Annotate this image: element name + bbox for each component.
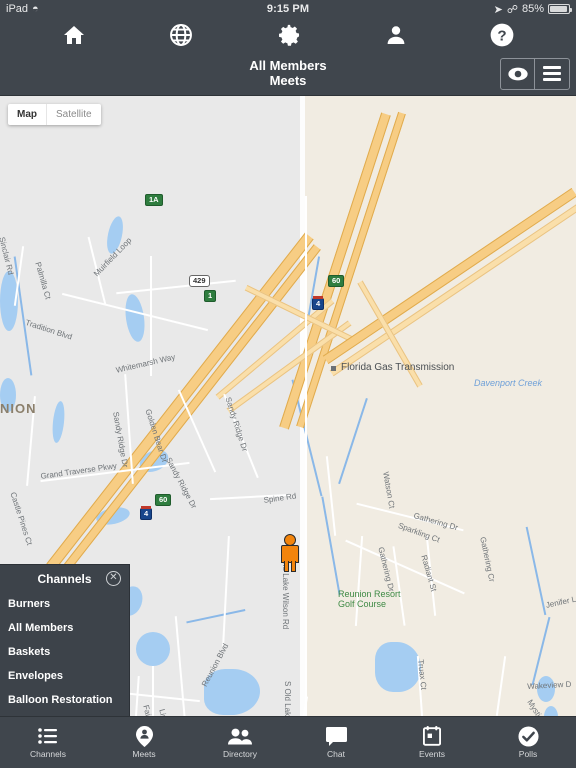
highway-shield-1a: 1A (145, 194, 163, 206)
channel-item-envelopes[interactable]: Envelopes (0, 664, 129, 688)
header-title-bar: All Members Meets (0, 52, 576, 96)
bottom-tab-bar: Channels Meets Directory Chat Events Pol… (0, 716, 576, 768)
bluetooth-icon: ☍ (506, 3, 518, 16)
pegman-leg-left (284, 561, 289, 572)
tab-polls-label: Polls (518, 749, 538, 759)
tab-events[interactable]: Events (384, 717, 480, 768)
home-icon[interactable] (61, 23, 87, 47)
map-type-map-button[interactable]: Map (8, 104, 46, 125)
highway-shield-i4-north: 4 (312, 296, 325, 310)
page-title-primary: All Members (249, 57, 327, 73)
calendar-icon (423, 726, 441, 746)
tab-channels-label: Channels (30, 749, 66, 759)
channel-item-balloon-restoration[interactable]: Balloon Restoration (0, 688, 129, 712)
globe-icon[interactable] (168, 22, 194, 48)
place-label-davenport-creek: Davenport Creek (474, 378, 543, 388)
tab-chat[interactable]: Chat (288, 717, 384, 768)
highway-shield-60-south: 60 (155, 494, 172, 506)
tab-meets[interactable]: Meets (96, 717, 192, 768)
highway-shield-i4-south: 4 (140, 506, 153, 520)
poi-marker (331, 366, 336, 371)
pegman-marker[interactable] (280, 534, 300, 574)
pegman-leg-right (291, 561, 296, 572)
battery-percent-label: 85% (521, 3, 544, 15)
map-type-satellite-button[interactable]: Satellite (46, 104, 101, 125)
place-label-region: NION (0, 401, 37, 416)
location-arrow-icon: ➤ (493, 3, 503, 16)
page-title: All Members Meets (249, 57, 327, 88)
map-region-east (303, 96, 576, 716)
page-title-secondary: Meets (269, 72, 307, 88)
header-actions (500, 57, 570, 90)
status-bar-clock: 9:15 PM (266, 3, 310, 15)
highway-shield-60-north: 60 (328, 275, 345, 287)
street-label: S Old Lake Wilson Rd (283, 681, 292, 716)
channel-item-burners[interactable]: Burners (0, 592, 129, 616)
channel-item-all-members[interactable]: All Members (0, 616, 129, 640)
map-type-control: Map Satellite (8, 104, 101, 125)
place-label-reunion-golf: Reunion Resort Golf Course (338, 589, 401, 610)
highway-shield-429: 429 (189, 275, 210, 287)
help-icon[interactable]: ? (489, 22, 515, 48)
tab-meets-label: Meets (132, 749, 156, 759)
channels-panel-header: Channels ✕ (0, 565, 129, 592)
tab-channels[interactable]: Channels (0, 717, 96, 768)
status-bar-right: ➤ ☍ 85% (493, 3, 572, 16)
person-icon[interactable] (384, 23, 408, 47)
tab-directory[interactable]: Directory (192, 717, 288, 768)
highway-shield-1: 1 (204, 290, 217, 302)
tab-directory-label: Directory (222, 749, 257, 759)
battery-icon (548, 4, 572, 14)
check-circle-icon (517, 725, 539, 747)
place-label-florida-gas: Florida Gas Transmission (341, 362, 455, 373)
chat-bubble-icon (325, 726, 347, 746)
tab-chat-label: Chat (327, 749, 345, 759)
tab-polls[interactable]: Polls (480, 717, 576, 768)
tab-events-label: Events (419, 749, 445, 759)
channel-item-baskets[interactable]: Baskets (0, 640, 129, 664)
lake (375, 642, 421, 692)
eye-icon[interactable] (501, 58, 535, 89)
local-road (152, 666, 154, 716)
svg-text:?: ? (498, 28, 507, 45)
local-road (305, 196, 307, 716)
top-toolbar: ? (0, 18, 576, 52)
channels-panel-title: Channels (37, 572, 92, 586)
list-icon (38, 726, 58, 746)
channels-panel: Channels ✕ Burners All Members Baskets E… (0, 564, 130, 716)
status-bar: iPad ◓ 9:15 PM ➤ ☍ 85% (0, 0, 576, 18)
hamburger-menu-icon[interactable] (535, 59, 569, 89)
close-circle-icon[interactable]: ✕ (106, 571, 121, 586)
people-icon (228, 726, 252, 746)
gear-icon[interactable] (276, 22, 302, 48)
map-pin-person-icon (135, 725, 153, 747)
lake (136, 632, 170, 666)
